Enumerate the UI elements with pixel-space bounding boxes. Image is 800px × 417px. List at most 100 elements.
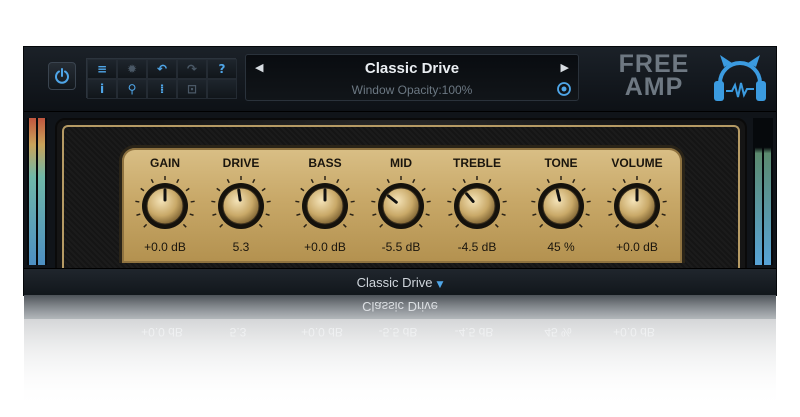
knob-tick	[261, 187, 266, 192]
knob-tick	[608, 213, 613, 216]
footer-preset-selector[interactable]: Classic Drive ▼	[24, 275, 776, 290]
knob-dial[interactable]	[371, 170, 431, 236]
knob-dial[interactable]	[135, 170, 195, 236]
knob-label: TONE	[544, 156, 578, 170]
knob-tick	[452, 187, 457, 192]
knob-tick	[258, 223, 263, 228]
knob-tick	[661, 213, 666, 216]
knob-tick	[266, 200, 271, 203]
undo-icon[interactable]: ↶	[147, 59, 177, 79]
knob-tick	[536, 187, 541, 192]
bars-icon[interactable]: ⁞	[147, 79, 177, 99]
reflection-fade	[24, 295, 776, 417]
knob-tone: TONE 45 %	[526, 148, 596, 266]
knob-tick	[532, 213, 537, 216]
knob-dial[interactable]	[211, 170, 271, 236]
knob-tick	[211, 200, 216, 203]
knob-tick	[497, 187, 502, 192]
knob-tick	[345, 187, 350, 192]
knob-tick	[615, 223, 620, 228]
gear-icon[interactable]: ✹	[117, 59, 147, 79]
knob-tick	[150, 178, 154, 184]
knob-tick	[418, 223, 423, 228]
knob-tick	[622, 178, 626, 184]
preset-selector[interactable]: ◀ Classic Drive ▶ Window Opacity:100%	[245, 54, 579, 101]
knob-tick	[336, 178, 340, 184]
dropdown-triangle-icon[interactable]: ▼	[436, 280, 443, 290]
knob-tick	[252, 178, 256, 184]
knob-tick	[412, 178, 416, 184]
power-button[interactable]	[48, 62, 76, 90]
next-preset-icon[interactable]: ▶	[561, 61, 569, 74]
knob-tick	[310, 178, 314, 184]
knob-label: TREBLE	[453, 156, 501, 170]
brand-line-2: AMP	[624, 73, 684, 101]
knob-tick	[531, 200, 536, 203]
knob-label: BASS	[308, 156, 342, 170]
knob-dial[interactable]	[607, 170, 667, 236]
knob-tick	[189, 213, 194, 216]
meter-bar-right	[38, 118, 45, 265]
knob-cap	[222, 187, 260, 225]
brand-logo-text: FREE AMP	[614, 52, 694, 101]
knob-value: -4.5 dB	[457, 240, 497, 254]
search-icon[interactable]: ⚲	[117, 79, 147, 99]
knob-tick	[349, 213, 354, 216]
knob-drive: DRIVE 5.3	[206, 148, 276, 266]
power-icon	[55, 68, 69, 84]
meter-bar-right	[764, 118, 771, 265]
knob-tick	[426, 200, 431, 203]
knob-tick	[425, 213, 430, 216]
knob-tick	[462, 178, 466, 184]
knob-label: MID	[390, 156, 412, 170]
knob-tick	[501, 213, 506, 216]
knob-tick	[421, 187, 426, 192]
knob-label: DRIVE	[222, 156, 260, 170]
knob-value: -5.5 dB	[381, 240, 421, 254]
knob-tick	[371, 200, 376, 203]
top-toolbar: ≡ ✹ ↶ ↷ ? i ⚲ ⁞ ⊡ ◀ Classic Drive ▶ Wind…	[24, 47, 776, 112]
input-level-meter	[27, 118, 47, 265]
knob-tick	[376, 187, 381, 192]
knob-tick	[185, 187, 190, 192]
lock-icon[interactable]: ⊡	[177, 79, 207, 99]
knob-tick	[648, 178, 652, 184]
meter-bar-left	[755, 118, 762, 265]
info-icon[interactable]: i	[87, 79, 117, 99]
knob-value: 45 %	[547, 240, 575, 254]
knob-tick	[296, 213, 301, 216]
redo-icon[interactable]: ↷	[177, 59, 207, 79]
knob-tick	[295, 200, 300, 203]
freeamp-plugin-window: ≡ ✹ ↶ ↷ ? i ⚲ ⁞ ⊡ ◀ Classic Drive ▶ Wind…	[24, 47, 776, 296]
control-panel: GAIN +0.0 dB DRIVE 5.3 BASS +0.0 dB MID -5.5 dB…	[119, 145, 685, 263]
knob-tick	[607, 200, 612, 203]
preset-name: Classic Drive	[364, 60, 460, 77]
knob-tick	[265, 213, 270, 216]
knob-volume: VOLUME +0.0 dB	[602, 148, 672, 266]
knob-tick	[488, 178, 492, 184]
knob-tick	[379, 223, 384, 228]
knob-tick	[586, 200, 591, 203]
help-icon[interactable]: ?	[207, 59, 237, 79]
menu-icon[interactable]: ≡	[87, 59, 117, 79]
sync-icon[interactable]	[556, 81, 572, 97]
knob-dial[interactable]	[447, 170, 507, 236]
knob-tick	[342, 223, 347, 228]
knob-dial[interactable]	[531, 170, 591, 236]
knob-bass: BASS +0.0 dB	[290, 148, 360, 266]
knob-tick	[372, 213, 377, 216]
knob-tick	[539, 223, 544, 228]
knob-tick	[662, 200, 667, 203]
knob-tick	[226, 178, 230, 184]
knob-tick	[455, 223, 460, 228]
knob-cap	[458, 187, 496, 225]
headphones-cat-logo-icon	[714, 55, 766, 101]
knob-treble: TREBLE -4.5 dB	[442, 148, 512, 266]
knob-tick	[448, 213, 453, 216]
knob-tick	[350, 200, 355, 203]
meter-bar-left	[29, 118, 36, 265]
knob-gain: GAIN +0.0 dB	[130, 148, 200, 266]
mirror-reflection: Classic Drive +0.0 dB5.3+0.0 dB-5.5 dB-4…	[24, 295, 776, 417]
amp-area: GAIN +0.0 dB DRIVE 5.3 BASS +0.0 dB MID -5.5 dB…	[24, 112, 776, 270]
knob-dial[interactable]	[295, 170, 355, 236]
